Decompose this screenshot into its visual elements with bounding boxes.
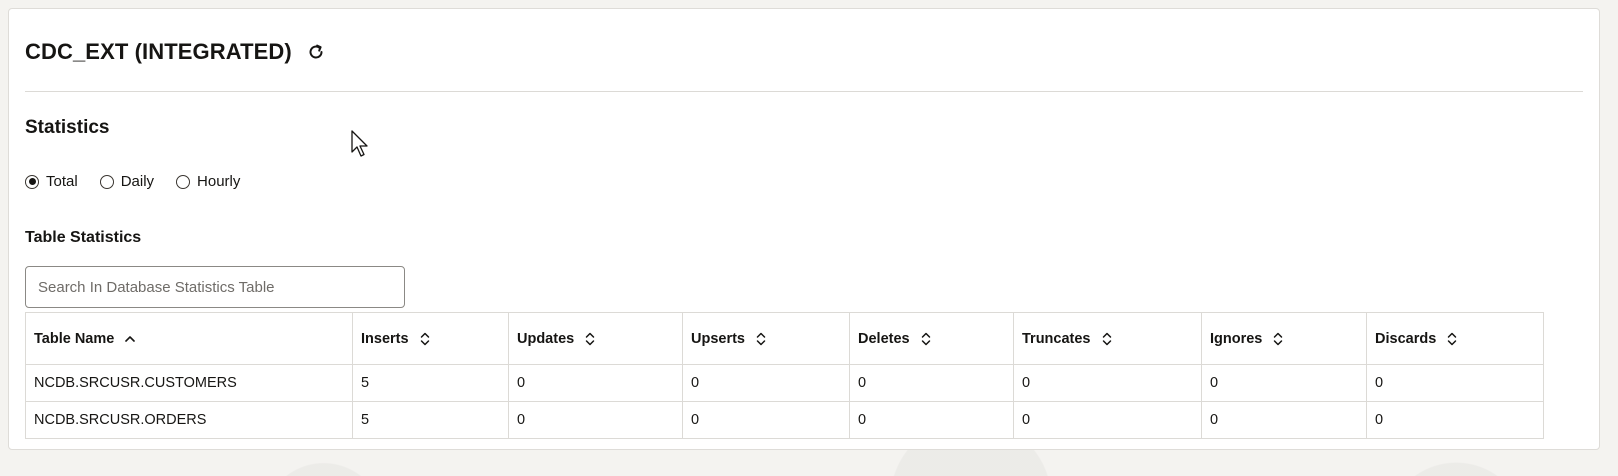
sort-icon[interactable] [1101,331,1113,347]
sort-icon[interactable] [419,331,431,347]
radio-checked-icon [25,174,39,189]
table-statistics-heading: Table Statistics [25,229,142,246]
radio-daily-label: Daily [120,173,155,190]
statistics-period-radio-group: Total Daily Hourly [25,173,240,190]
column-header-label: Truncates [1022,330,1091,347]
radio-unchecked-icon [176,174,191,189]
column-header-ignores[interactable]: Ignores [1201,312,1367,365]
refresh-button[interactable] [304,40,328,64]
cell-updates: 0 [508,364,683,402]
cell-ignores: 0 [1201,401,1367,439]
panel-header: CDC_EXT (INTEGRATED) [25,39,328,65]
column-header-label: Upserts [691,330,745,347]
cell-deletes: 0 [849,401,1014,439]
cell-table-name: NCDB.SRCUSR.ORDERS [25,401,353,439]
cell-truncates: 0 [1013,364,1202,402]
cell-deletes: 0 [849,364,1014,402]
cell-discards: 0 [1366,401,1544,439]
cell-ignores: 0 [1201,364,1367,402]
cell-upserts: 0 [682,364,850,402]
radio-daily[interactable]: Daily [99,173,155,190]
refresh-icon [309,44,323,59]
sort-icon[interactable] [584,331,596,347]
statistics-heading: Statistics [25,117,110,138]
page-title: CDC_EXT (INTEGRATED) [25,39,292,64]
header-divider [25,91,1583,92]
table-header-row: Table Name Inserts Updates Upserts Delet… [25,312,1544,365]
search-input[interactable] [25,266,405,308]
column-header-label: Ignores [1210,330,1263,347]
column-header-label: Deletes [858,330,910,347]
column-header-truncates[interactable]: Truncates [1013,312,1202,365]
column-header-deletes[interactable]: Deletes [849,312,1014,365]
radio-hourly[interactable]: Hourly [176,173,240,190]
cell-discards: 0 [1366,364,1544,402]
extract-details-panel: CDC_EXT (INTEGRATED) Statistics Total Da… [8,8,1600,450]
sort-ascending-icon[interactable] [124,333,136,345]
cell-inserts: 5 [352,364,509,402]
column-header-label: Discards [1375,330,1437,347]
column-header-label: Updates [517,330,575,347]
statistics-table-container: Table Name Inserts Updates Upserts Delet… [25,312,1544,439]
radio-unchecked-icon [99,174,114,189]
column-header-label: Table Name [34,330,115,347]
radio-hourly-label: Hourly [197,173,241,190]
column-header-upserts[interactable]: Upserts [682,312,850,365]
column-header-updates[interactable]: Updates [508,312,683,365]
column-header-inserts[interactable]: Inserts [352,312,509,365]
radio-total-label: Total [46,173,78,190]
sort-icon[interactable] [1272,331,1284,347]
cell-upserts: 0 [682,401,850,439]
column-header-label: Inserts [361,330,409,347]
statistics-table: Table Name Inserts Updates Upserts Delet… [25,312,1544,439]
radio-total[interactable]: Total [25,173,78,190]
column-header-table-name[interactable]: Table Name [25,312,353,365]
cell-truncates: 0 [1013,401,1202,439]
sort-icon[interactable] [755,331,767,347]
sort-icon[interactable] [920,331,932,347]
sort-icon[interactable] [1446,331,1458,347]
cell-updates: 0 [508,401,683,439]
cell-inserts: 5 [352,401,509,439]
table-row[interactable]: NCDB.SRCUSR.ORDERS 5 0 0 0 0 0 0 [25,401,1544,439]
column-header-discards[interactable]: Discards [1366,312,1544,365]
table-row[interactable]: NCDB.SRCUSR.CUSTOMERS 5 0 0 0 0 0 0 [25,364,1544,402]
cell-table-name: NCDB.SRCUSR.CUSTOMERS [25,364,353,402]
